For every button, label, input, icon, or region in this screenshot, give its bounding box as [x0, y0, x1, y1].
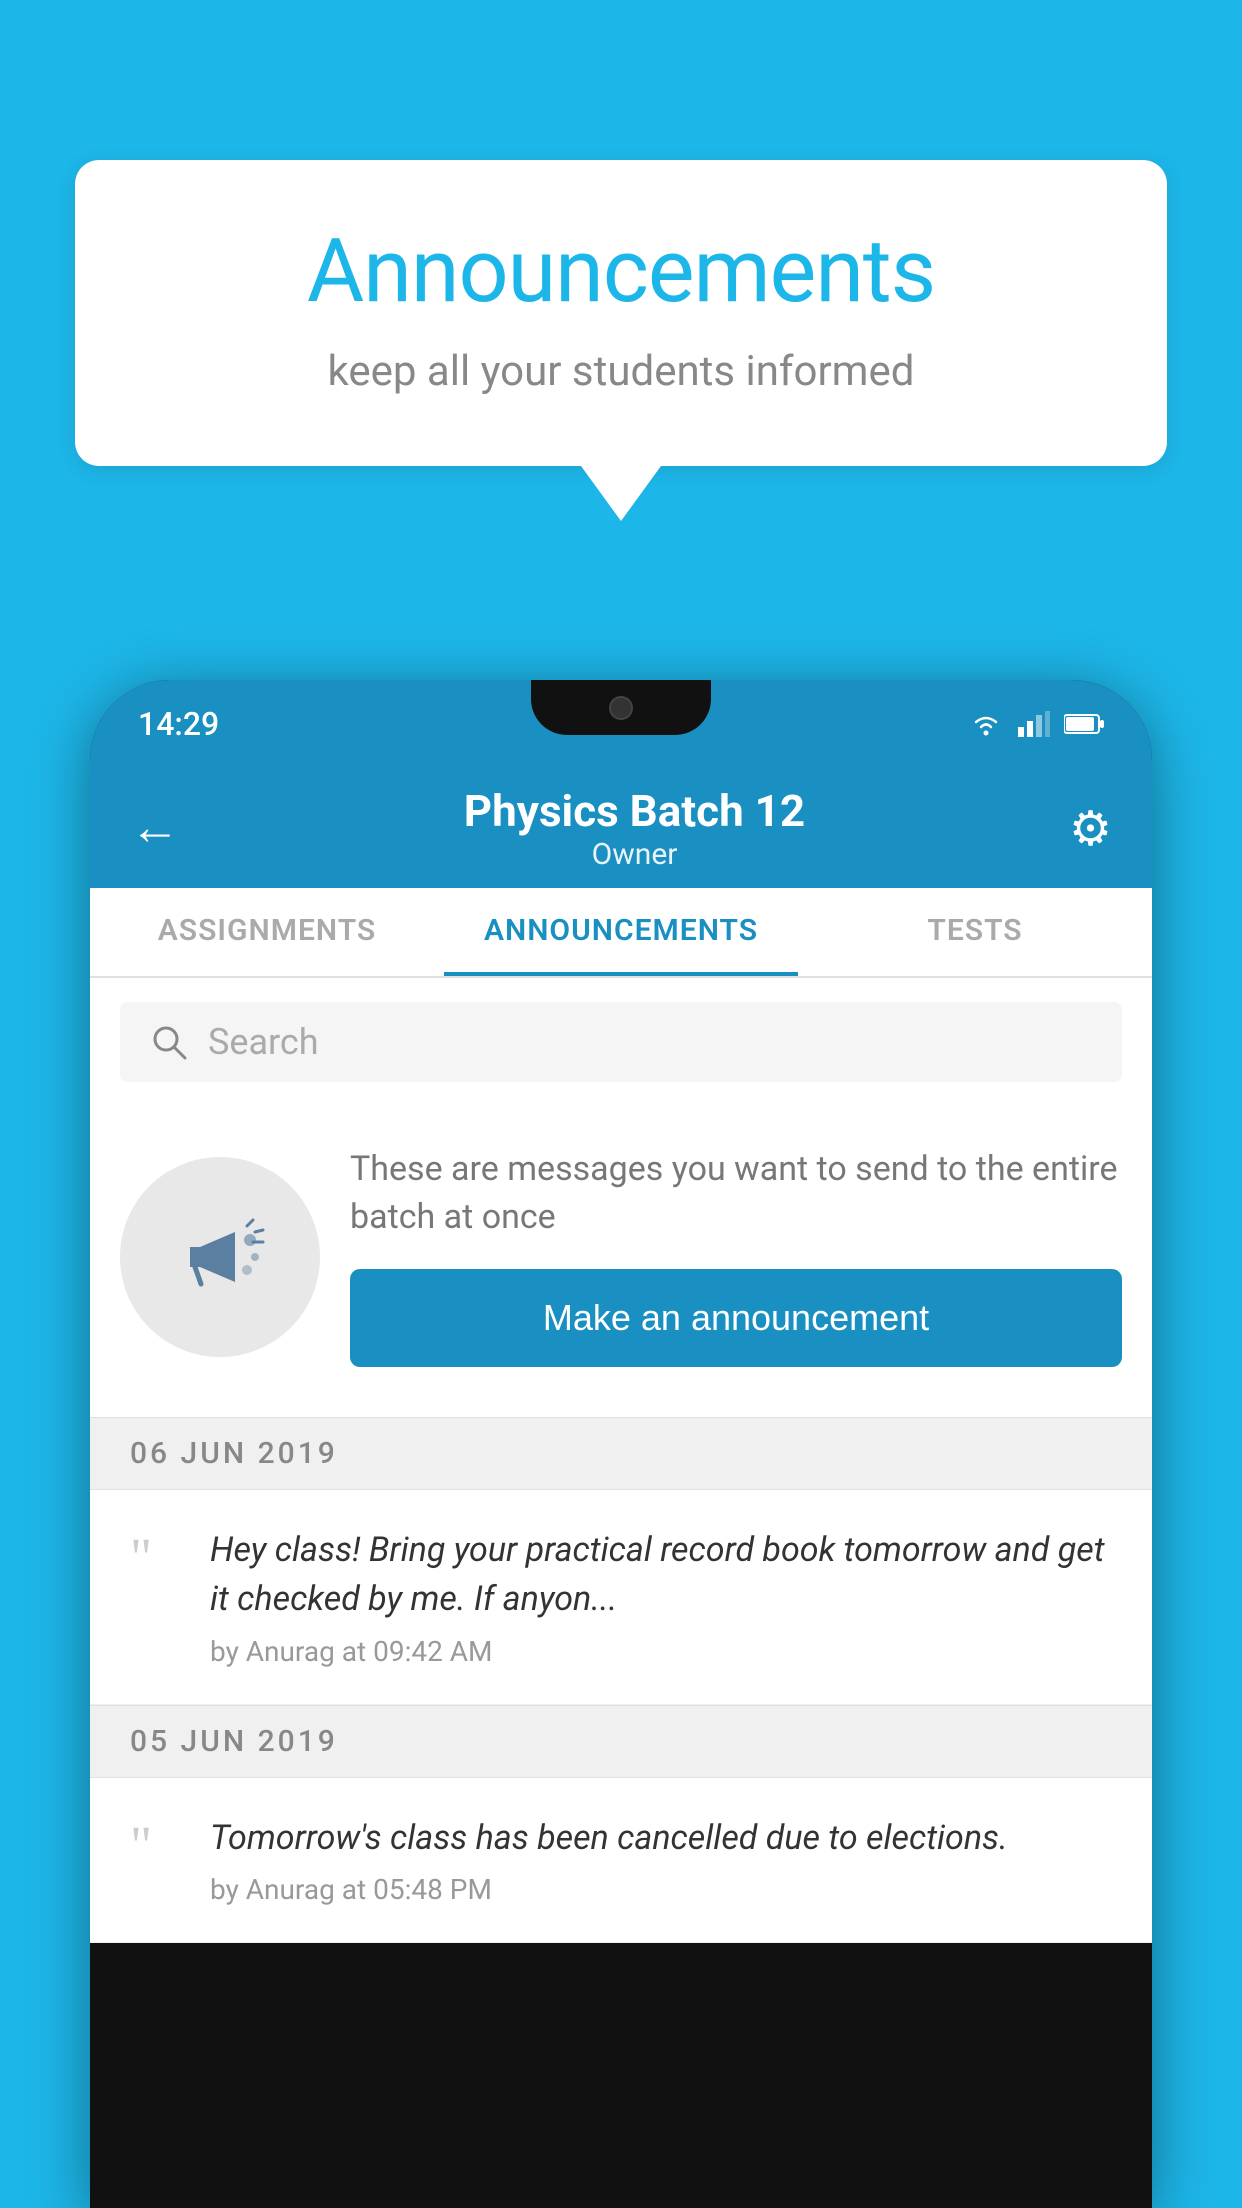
- tab-bar: ASSIGNMENTS ANNOUNCEMENTS TESTS: [90, 888, 1152, 978]
- tab-tests[interactable]: TESTS: [798, 888, 1152, 976]
- back-button[interactable]: ←: [130, 803, 180, 853]
- app-bar-title: Physics Batch 12: [200, 785, 1069, 837]
- app-bar: ← Physics Batch 12 Owner ⚙: [90, 768, 1152, 888]
- settings-button[interactable]: ⚙: [1069, 800, 1112, 857]
- status-time: 14:29: [138, 705, 219, 743]
- status-bar: 14:29: [90, 680, 1152, 768]
- speech-bubble-tail: [581, 466, 661, 521]
- app-bar-subtitle: Owner: [200, 837, 1069, 872]
- message-content-2: Tomorrow's class has been cancelled due …: [210, 1814, 1112, 1906]
- tab-assignments[interactable]: ASSIGNMENTS: [90, 888, 444, 976]
- app-bar-title-wrap: Physics Batch 12 Owner: [200, 785, 1069, 872]
- speech-bubble-card: Announcements keep all your students inf…: [75, 160, 1167, 466]
- battery-icon: [1064, 713, 1104, 735]
- make-announcement-button[interactable]: Make an announcement: [350, 1269, 1122, 1367]
- announcement-icon-circle: [120, 1157, 320, 1357]
- notch: [531, 680, 711, 735]
- speech-bubble-section: Announcements keep all your students inf…: [75, 160, 1167, 521]
- status-icons: [968, 711, 1104, 737]
- phone-frame: 14:29: [90, 680, 1152, 2208]
- announcement-description: These are messages you want to send to t…: [350, 1146, 1122, 1241]
- announcement-empty-state: These are messages you want to send to t…: [90, 1106, 1152, 1417]
- speech-bubble-subtitle: keep all your students informed: [155, 347, 1087, 396]
- camera-dot: [609, 696, 633, 720]
- date-separator-1: 06 JUN 2019: [90, 1417, 1152, 1490]
- wifi-icon: [968, 711, 1004, 737]
- quote-icon-2: ": [130, 1818, 180, 1872]
- message-item-2[interactable]: " Tomorrow's class has been cancelled du…: [90, 1778, 1152, 1943]
- message-meta-1: by Anurag at 09:42 AM: [210, 1635, 1112, 1668]
- search-icon: [150, 1023, 188, 1061]
- message-content-1: Hey class! Bring your practical record b…: [210, 1526, 1112, 1668]
- quote-icon-1: ": [130, 1530, 180, 1584]
- tab-announcements[interactable]: ANNOUNCEMENTS: [444, 888, 798, 976]
- search-bar-wrap: Search: [90, 978, 1152, 1106]
- message-item-1[interactable]: " Hey class! Bring your practical record…: [90, 1490, 1152, 1705]
- signal-icon: [1018, 711, 1050, 737]
- search-bar[interactable]: Search: [120, 1002, 1122, 1082]
- search-placeholder: Search: [208, 1021, 319, 1063]
- speech-bubble-title: Announcements: [155, 220, 1087, 323]
- message-text-2: Tomorrow's class has been cancelled due …: [210, 1814, 1112, 1863]
- message-text-1: Hey class! Bring your practical record b…: [210, 1526, 1112, 1625]
- announcement-right: These are messages you want to send to t…: [350, 1146, 1122, 1367]
- date-separator-2: 05 JUN 2019: [90, 1705, 1152, 1778]
- megaphone-icon: [165, 1202, 275, 1312]
- phone-content: Search Thes: [90, 978, 1152, 1943]
- message-meta-2: by Anurag at 05:48 PM: [210, 1873, 1112, 1906]
